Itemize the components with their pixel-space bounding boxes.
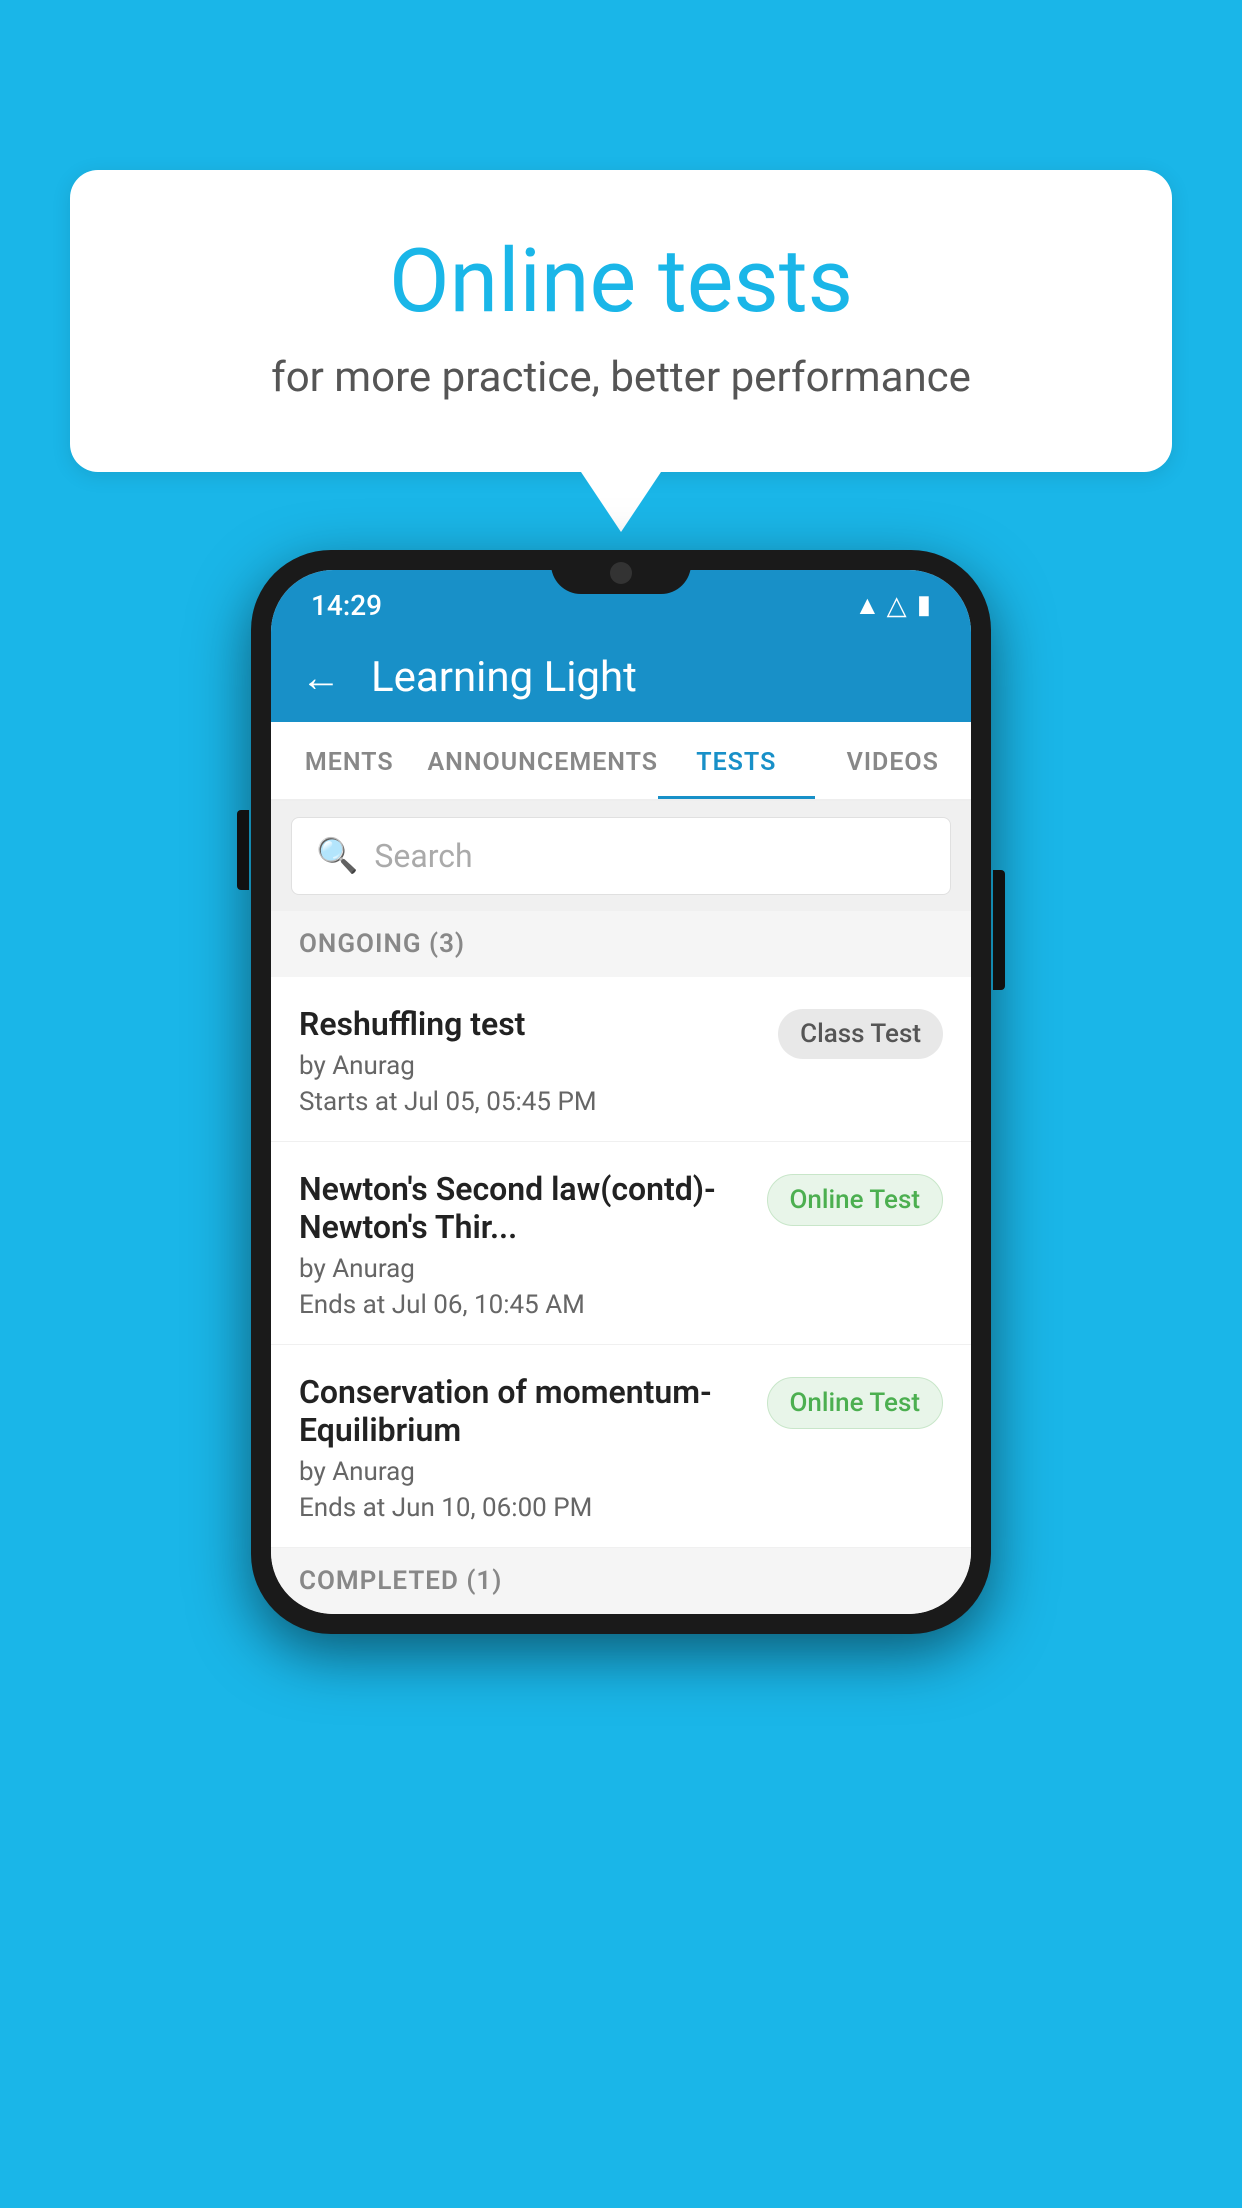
speech-bubble-wrapper: Online tests for more practice, better p… [70,170,1172,532]
tab-tests[interactable]: TESTS [658,722,814,799]
test-author-3: by Anurag [299,1457,747,1487]
search-placeholder: Search [374,837,472,875]
test-info-2: Newton's Second law(contd)-Newton's Thir… [299,1170,747,1320]
speech-bubble-subtitle: for more practice, better performance [150,353,1092,402]
phone-outer: 14:29 ▲ △ ▮ ← Learning Light MENTS ANNOU… [251,550,991,1634]
test-author-2: by Anurag [299,1254,747,1284]
test-name-2: Newton's Second law(contd)-Newton's Thir… [299,1170,747,1246]
test-info-3: Conservation of momentum-Equilibrium by … [299,1373,747,1523]
test-badge-3: Online Test [767,1377,944,1429]
completed-label: COMPLETED (1) [299,1566,502,1596]
ongoing-label: ONGOING (3) [299,929,465,959]
test-item-1[interactable]: Reshuffling test by Anurag Starts at Jul… [271,977,971,1142]
phone-camera [610,562,632,584]
speech-bubble-arrow [581,472,661,532]
status-time: 14:29 [311,589,382,622]
tabs-container: MENTS ANNOUNCEMENTS TESTS VIDEOS [271,722,971,801]
test-item-3[interactable]: Conservation of momentum-Equilibrium by … [271,1345,971,1548]
test-author-1: by Anurag [299,1051,758,1081]
tab-announcements[interactable]: ANNOUNCEMENTS [427,722,658,799]
app-title: Learning Light [371,653,637,702]
search-container: 🔍 Search [271,801,971,911]
back-button[interactable]: ← [301,654,341,701]
phone-screen-container: 14:29 ▲ △ ▮ ← Learning Light MENTS ANNOU… [271,570,971,1614]
completed-section-header: COMPLETED (1) [271,1548,971,1614]
test-item-2[interactable]: Newton's Second law(contd)-Newton's Thir… [271,1142,971,1345]
test-date-1: Starts at Jul 05, 05:45 PM [299,1087,758,1117]
tab-ments[interactable]: MENTS [271,722,427,799]
app-header: ← Learning Light [271,632,971,722]
speech-bubble-title: Online tests [150,230,1092,333]
wifi-icon: ▲ △ [855,590,907,621]
test-name-1: Reshuffling test [299,1005,758,1043]
search-bar[interactable]: 🔍 Search [291,817,951,895]
phone-notch [551,550,691,594]
ongoing-section-header: ONGOING (3) [271,911,971,977]
test-badge-2: Online Test [767,1174,944,1226]
status-icons: ▲ △ ▮ [855,590,932,621]
test-date-3: Ends at Jun 10, 06:00 PM [299,1493,747,1523]
test-name-3: Conservation of momentum-Equilibrium [299,1373,747,1449]
test-date-2: Ends at Jul 06, 10:45 AM [299,1290,747,1320]
test-info-1: Reshuffling test by Anurag Starts at Jul… [299,1005,758,1117]
battery-icon: ▮ [917,590,931,620]
speech-bubble: Online tests for more practice, better p… [70,170,1172,472]
search-icon: 🔍 [316,836,358,876]
tab-videos[interactable]: VIDEOS [815,722,971,799]
phone-mockup: 14:29 ▲ △ ▮ ← Learning Light MENTS ANNOU… [251,550,991,1634]
test-badge-1: Class Test [778,1009,943,1059]
